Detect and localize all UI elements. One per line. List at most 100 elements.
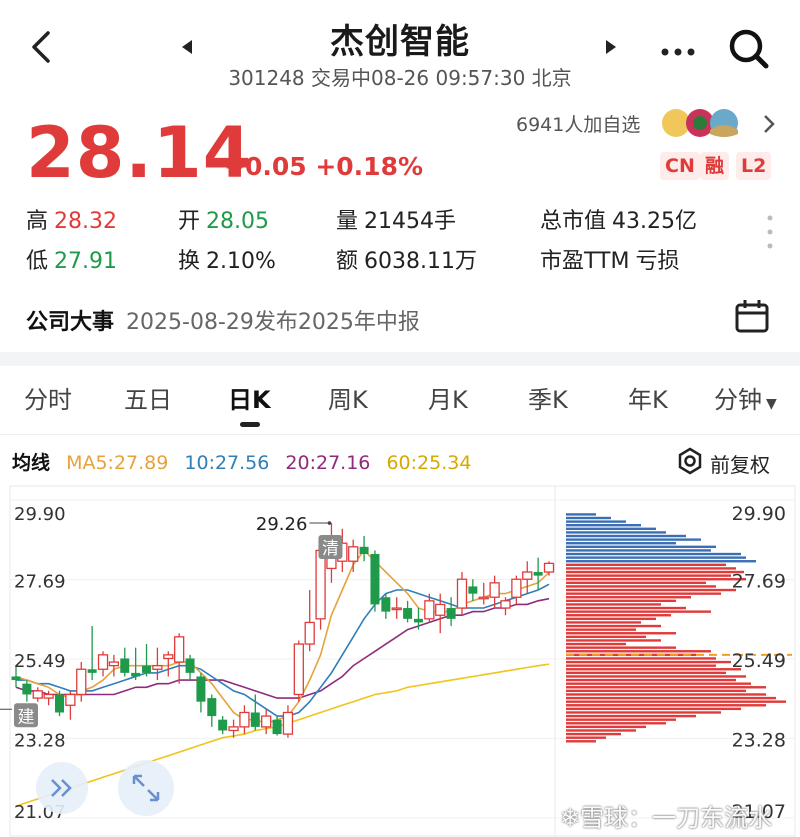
- badge-cn[interactable]: CN: [660, 152, 700, 180]
- volume-profile-bar: [566, 552, 741, 556]
- candle-body: [163, 654, 174, 660]
- candle-body: [359, 546, 369, 555]
- volume-profile-bar: [566, 646, 676, 649]
- candle-body: [424, 600, 435, 620]
- company-event[interactable]: 公司大事 2025-08-29发布2025年中报: [26, 304, 420, 336]
- y-tick-label-right: 25.49: [732, 650, 786, 672]
- volume-profile-bar: [566, 635, 646, 639]
- tab-five-day[interactable]: 五日: [124, 380, 172, 415]
- candle-body: [272, 719, 282, 735]
- settings-icon: [676, 447, 704, 480]
- candle-body: [435, 603, 446, 616]
- volume-profile-bar: [566, 513, 596, 516]
- chevron-right-icon[interactable]: [762, 114, 776, 138]
- turnover-stat: 换 2.10%: [178, 249, 276, 274]
- volume-profile-bar: [566, 628, 636, 631]
- tab-weekly-k[interactable]: 周K: [328, 380, 368, 415]
- ma10-value: 10:27.56: [184, 452, 270, 474]
- event-title: 公司大事: [26, 310, 115, 335]
- volume-stat: 量 21454手: [336, 209, 457, 234]
- volume-profile-bar: [566, 556, 746, 559]
- volume-profile-bar: [566, 585, 716, 588]
- volume-profile-bar: [566, 531, 666, 534]
- badge-l2[interactable]: L2: [736, 152, 772, 180]
- y-tick-label-left: 29.90: [14, 504, 66, 525]
- event-text: 2025-08-29发布2025年中报: [126, 310, 420, 335]
- ma5-value: MA5:27.89: [66, 452, 169, 474]
- tab-intraday[interactable]: 分时: [24, 380, 72, 415]
- dropdown-icon: ▼: [766, 396, 777, 412]
- y-tick-label-right: 27.69: [732, 571, 786, 593]
- volume-profile-bar: [566, 567, 736, 570]
- candle-body: [87, 669, 97, 673]
- y-tick-label-left: 23.28: [14, 730, 66, 751]
- candle-body: [511, 578, 522, 598]
- candle-body: [413, 618, 423, 623]
- volume-profile-bar: [566, 696, 776, 700]
- y-tick-label-left: 27.69: [14, 572, 66, 593]
- adjust-toggle[interactable]: 前复权: [676, 447, 770, 480]
- volume-profile-bar: [566, 516, 611, 520]
- candle-body: [261, 715, 272, 728]
- volume-profile-bar: [566, 722, 666, 725]
- active-tab-indicator: [240, 422, 260, 427]
- candle-body: [282, 711, 294, 735]
- candle-body: [11, 676, 21, 681]
- candle-body: [32, 690, 43, 699]
- more-icon[interactable]: [660, 42, 696, 61]
- volume-profile-bar: [566, 650, 711, 653]
- volume-profile-bar: [566, 700, 786, 703]
- volume-profile-bar: [566, 534, 686, 538]
- volume-profile-bar: [566, 689, 746, 693]
- price-change: +0.05 +0.18%: [224, 152, 424, 181]
- volume-profile-bar: [566, 560, 756, 563]
- volume-profile-bar: [566, 660, 731, 664]
- next-stock-icon[interactable]: [604, 38, 618, 60]
- volume-profile-bar: [566, 693, 766, 696]
- volume-profile-bar: [566, 678, 736, 682]
- favorites-count[interactable]: 6941人加自选: [516, 110, 640, 137]
- volume-profile-bar: [566, 632, 676, 635]
- candle-body: [315, 549, 326, 620]
- candle-body: [348, 546, 359, 562]
- tab-daily-k[interactable]: 日K: [228, 380, 271, 415]
- candle-body: [152, 665, 163, 670]
- tab-minute[interactable]: 分钟 ▼: [714, 380, 777, 415]
- volume-profile-bar: [566, 732, 621, 736]
- amount-stat: 额 6038.11万: [336, 249, 477, 274]
- candle-body: [522, 571, 533, 580]
- tab-monthly-k[interactable]: 月K: [428, 380, 468, 415]
- volume-profile-bar: [566, 704, 766, 707]
- volume-profile-bar: [566, 657, 716, 660]
- volume-profile-bar: [566, 664, 716, 667]
- tab-divider: [0, 434, 800, 435]
- volume-profile-bar: [566, 675, 746, 678]
- volume-profile-bar: [566, 740, 596, 743]
- candle-body: [108, 661, 120, 667]
- candle-body: [293, 643, 304, 696]
- follower-avatars[interactable]: [660, 106, 752, 140]
- tab-yearly-k[interactable]: 年K: [628, 380, 668, 415]
- calendar-icon[interactable]: [734, 298, 770, 338]
- expand-button[interactable]: [36, 762, 88, 814]
- snowball-icon: ❄: [560, 804, 581, 832]
- volume-profile-bar: [566, 682, 751, 685]
- candle-body: [22, 683, 32, 695]
- pe-stat: 市盈TTM 亏损: [540, 249, 680, 274]
- volume-profile-bar: [566, 545, 716, 549]
- fullscreen-button[interactable]: [118, 760, 174, 816]
- candle-body: [97, 654, 109, 670]
- volume-profile-bar: [566, 574, 731, 577]
- badge-margin[interactable]: 融: [700, 152, 730, 180]
- tab-quarterly-k[interactable]: 季K: [528, 380, 568, 415]
- candle-body: [468, 586, 478, 594]
- volume-profile-bar: [566, 592, 721, 595]
- volume-profile-bar: [566, 639, 661, 642]
- volume-profile-bar: [566, 570, 744, 574]
- volume-profile-bar: [566, 621, 641, 624]
- volume-profile-bar: [566, 538, 701, 541]
- expand-dots-icon[interactable]: [766, 214, 774, 254]
- volume-profile-bar: [566, 599, 676, 603]
- candle-body: [55, 694, 65, 713]
- section-divider: [0, 352, 800, 366]
